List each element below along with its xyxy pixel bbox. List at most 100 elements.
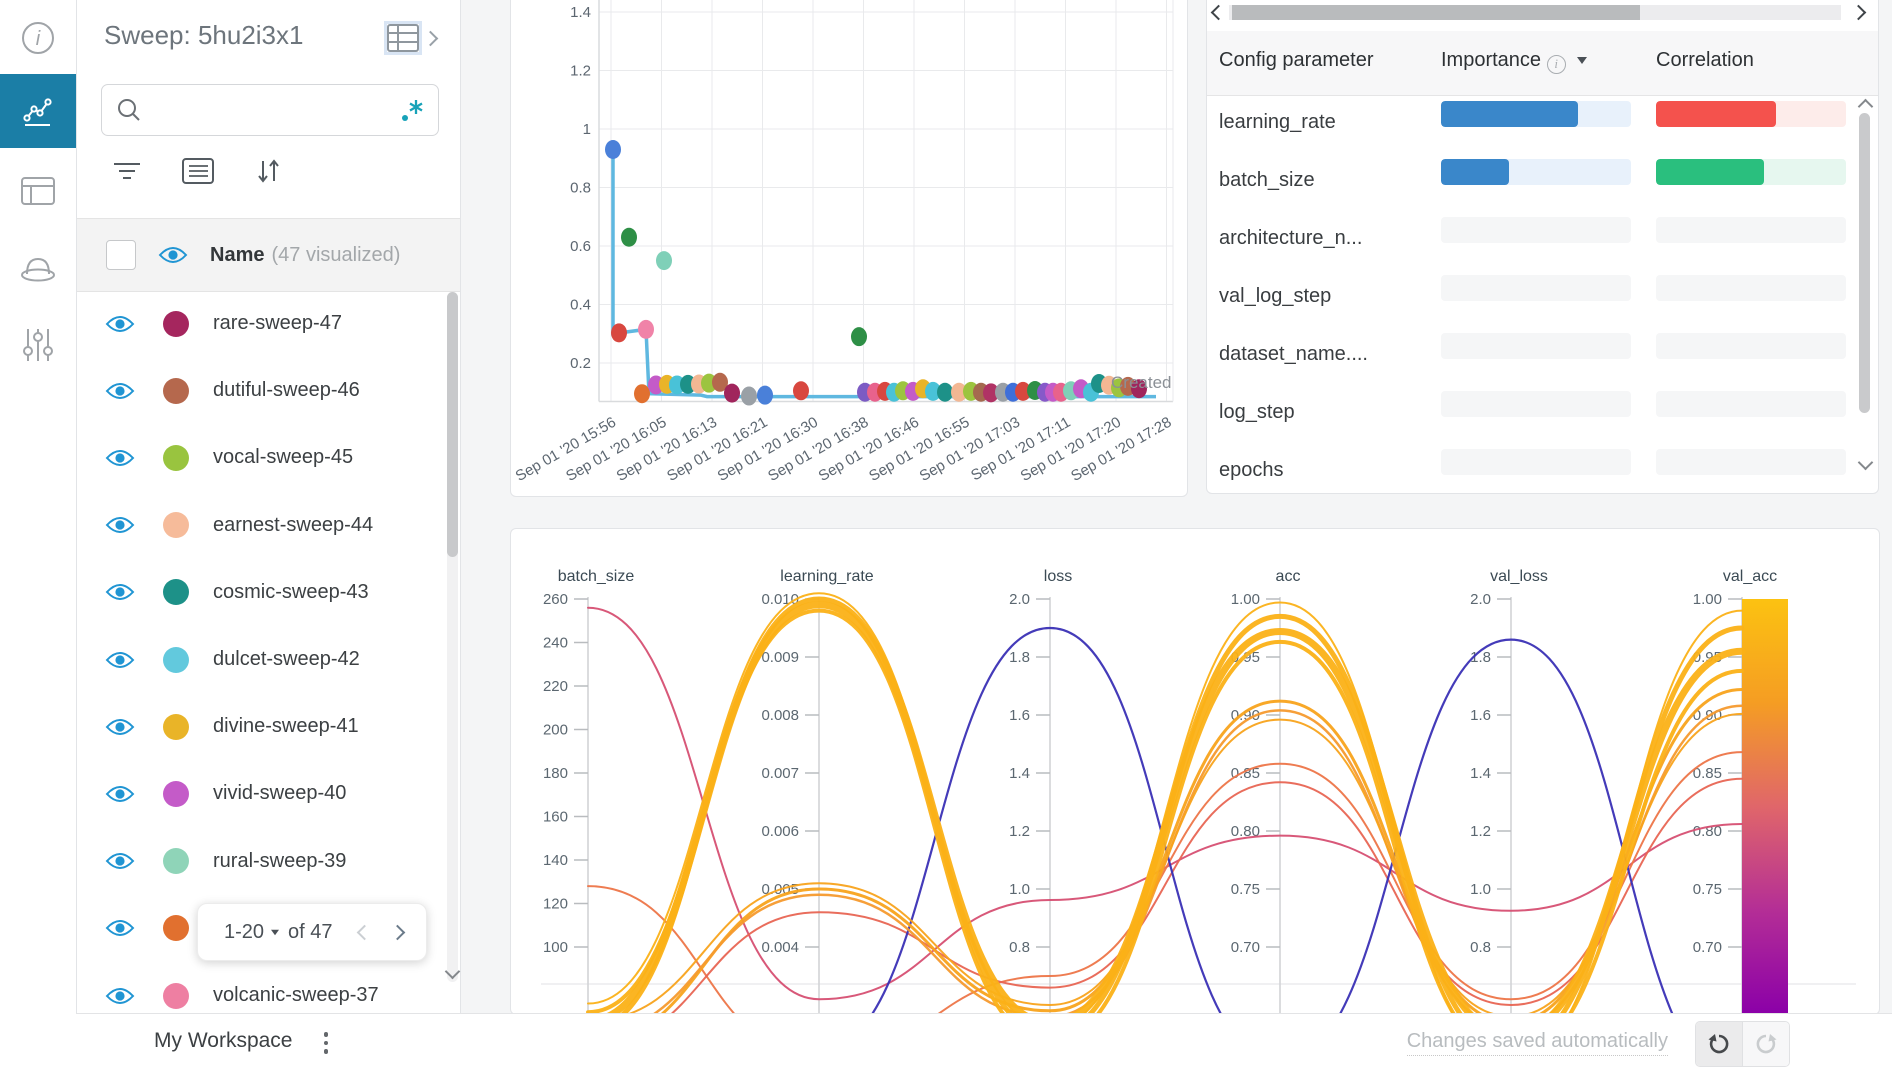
svg-text:1.4: 1.4	[1009, 765, 1030, 782]
run-row[interactable]: cosmic-sweep-43	[76, 559, 460, 626]
workspace-kebab-menu-icon[interactable]	[316, 1028, 336, 1058]
correlation-bar	[1656, 391, 1846, 417]
page-range[interactable]: 1-20	[224, 921, 264, 944]
run-name[interactable]: rural-sweep-39	[213, 850, 346, 873]
redo-button[interactable]	[1743, 1022, 1789, 1066]
importance-row[interactable]: log_step	[1207, 385, 1857, 443]
importance-hscrollbar[interactable]	[1229, 5, 1841, 20]
svg-text:0.70: 0.70	[1693, 939, 1722, 956]
run-color-dot	[163, 848, 189, 874]
run-name[interactable]: divine-sweep-41	[213, 715, 359, 738]
scatter-point	[611, 323, 627, 342]
run-row[interactable]: rural-sweep-39	[76, 828, 460, 895]
run-name[interactable]: earnest-sweep-44	[213, 514, 373, 537]
redo-icon	[1754, 1032, 1778, 1056]
hscroll-left-icon[interactable]	[1211, 5, 1227, 21]
vscroll-up-icon[interactable]	[1858, 99, 1874, 115]
parameter-name: log_step	[1219, 401, 1295, 424]
page-size-caret-icon[interactable]	[271, 929, 279, 935]
run-name[interactable]: dutiful-sweep-46	[213, 379, 360, 402]
run-row[interactable]: vivid-sweep-40	[76, 760, 460, 827]
run-row[interactable]: dutiful-sweep-46	[76, 357, 460, 424]
svg-text:0.006: 0.006	[761, 823, 799, 840]
svg-text:1.2: 1.2	[570, 63, 591, 80]
sidebar-item-sweeps[interactable]	[0, 235, 76, 301]
visibility-eye-icon[interactable]	[105, 784, 135, 804]
info-icon: i	[19, 19, 57, 57]
sidebar-item-panels[interactable]	[0, 74, 76, 148]
importance-column-header[interactable]: Importance i	[1441, 49, 1587, 74]
visibility-eye-icon[interactable]	[105, 314, 135, 334]
sort-desc-caret-icon[interactable]	[1577, 57, 1587, 64]
importance-row[interactable]: batch_size	[1207, 153, 1857, 211]
visibility-eye-icon[interactable]	[105, 717, 135, 737]
run-name[interactable]: vivid-sweep-40	[213, 782, 346, 805]
open-runs-table-button[interactable]	[387, 24, 436, 52]
parallel-coordinates-chart[interactable]: batch_size260240220200180160140120100lea…	[511, 529, 1879, 1014]
run-row[interactable]: earnest-sweep-44	[76, 492, 460, 559]
importance-vscrollbar[interactable]	[1859, 113, 1870, 413]
visibility-eye-icon[interactable]	[105, 448, 135, 468]
run-list-toolbar	[112, 152, 372, 190]
run-list-scrollbar[interactable]	[447, 292, 458, 982]
run-name[interactable]: volcanic-sweep-37	[213, 984, 379, 1007]
scatter-chart[interactable]: Sep 01 '20 15:56Sep 01 '20 16:05Sep 01 '…	[511, 0, 1187, 496]
sidebar-item-table[interactable]	[0, 158, 76, 224]
run-row[interactable]: divine-sweep-41	[76, 693, 460, 760]
svg-text:1: 1	[583, 121, 591, 138]
parallel-series-line	[588, 714, 1742, 1014]
workspace-title[interactable]: My Workspace	[154, 1029, 292, 1053]
columns-list-icon[interactable]	[182, 158, 214, 184]
run-name[interactable]: dulcet-sweep-42	[213, 648, 360, 671]
visibility-eye-icon[interactable]	[105, 851, 135, 871]
scatter-point	[638, 320, 654, 339]
visibility-eye-icon[interactable]	[105, 918, 135, 938]
run-name[interactable]: vocal-sweep-45	[213, 446, 353, 469]
svg-text:batch_size: batch_size	[558, 568, 635, 585]
svg-text:200: 200	[543, 722, 568, 739]
visibility-all-eye-icon[interactable]	[158, 245, 188, 265]
prev-page-icon[interactable]	[356, 924, 372, 940]
select-all-checkbox[interactable]	[106, 240, 136, 270]
importance-row[interactable]: learning_rate	[1207, 95, 1857, 153]
svg-text:1.4: 1.4	[1470, 765, 1491, 782]
visibility-eye-icon[interactable]	[105, 515, 135, 535]
sidebar-item-controls[interactable]	[0, 312, 76, 378]
next-page-icon[interactable]	[389, 924, 405, 940]
info-icon[interactable]: i	[0, 8, 76, 68]
svg-text:0.75: 0.75	[1231, 881, 1260, 898]
undo-button[interactable]	[1696, 1022, 1743, 1066]
info-tooltip-icon[interactable]: i	[1547, 55, 1566, 74]
created-scatter-panel[interactable]: Sep 01 '20 15:56Sep 01 '20 16:05Sep 01 '…	[510, 0, 1188, 497]
sort-icon[interactable]	[254, 157, 282, 185]
search-icon	[116, 97, 142, 123]
run-row[interactable]: rare-sweep-47	[76, 290, 460, 357]
importance-bar	[1441, 333, 1631, 359]
filter-icon[interactable]	[112, 158, 142, 184]
parallel-coordinates-panel[interactable]: batch_size260240220200180160140120100lea…	[510, 528, 1880, 1015]
run-row[interactable]: volcanic-sweep-37	[76, 962, 460, 1013]
sweep-runs-panel: Sweep: 5hu2i3x1	[76, 0, 461, 1013]
vscroll-down-icon[interactable]	[1858, 455, 1874, 471]
importance-row[interactable]: epochs	[1207, 443, 1857, 494]
correlation-bar	[1656, 217, 1846, 243]
run-name[interactable]: rare-sweep-47	[213, 312, 342, 335]
importance-row[interactable]: val_log_step	[1207, 269, 1857, 327]
importance-row[interactable]: architecture_n...	[1207, 211, 1857, 269]
regex-toggle-icon[interactable]	[400, 97, 426, 123]
run-name[interactable]: cosmic-sweep-43	[213, 581, 369, 604]
run-color-dot	[163, 781, 189, 807]
scatter-point	[724, 384, 740, 403]
svg-text:140: 140	[543, 852, 568, 869]
scatter-point	[741, 387, 757, 406]
run-row[interactable]: dulcet-sweep-42	[76, 626, 460, 693]
visibility-eye-icon[interactable]	[105, 650, 135, 670]
visibility-eye-icon[interactable]	[105, 582, 135, 602]
run-row[interactable]: vocal-sweep-45	[76, 424, 460, 491]
visibility-eye-icon[interactable]	[105, 381, 135, 401]
importance-row[interactable]: dataset_name....	[1207, 327, 1857, 385]
hscroll-right-icon[interactable]	[1851, 5, 1867, 21]
search-input[interactable]	[150, 99, 400, 122]
visibility-eye-icon[interactable]	[105, 986, 135, 1006]
svg-text:1.0: 1.0	[1009, 881, 1030, 898]
